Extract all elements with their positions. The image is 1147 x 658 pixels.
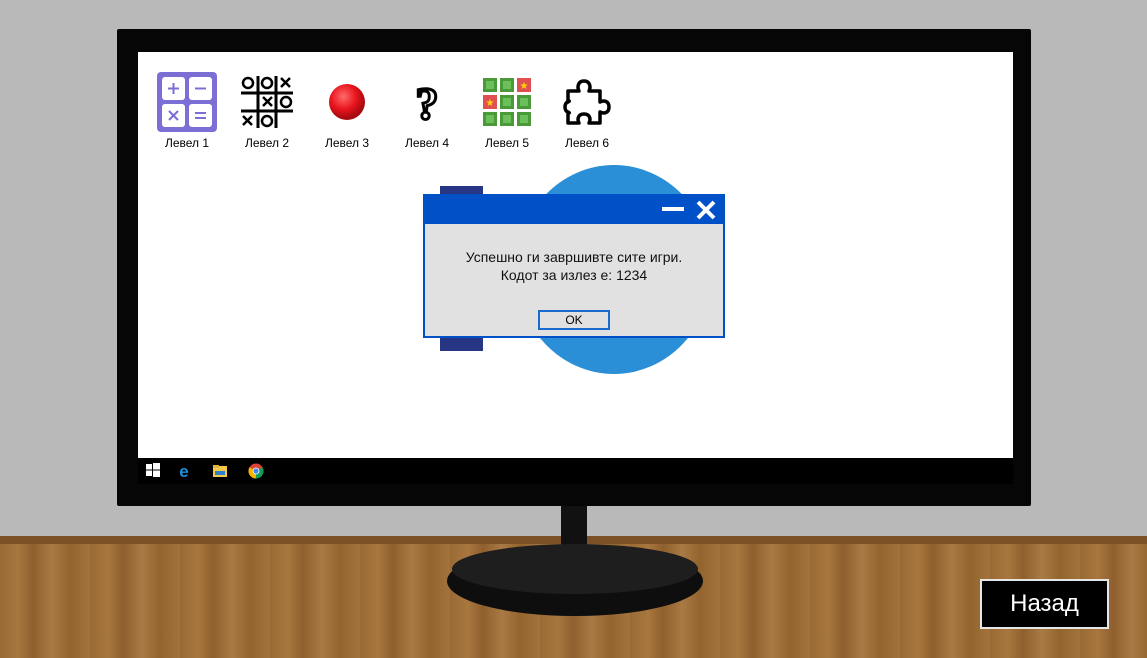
level-3-shortcut[interactable]: Левел 3 — [312, 72, 382, 150]
red-ball-icon — [317, 72, 377, 132]
file-explorer-icon[interactable] — [212, 463, 228, 479]
back-button[interactable]: Назад — [980, 579, 1109, 629]
chrome-browser-icon[interactable] — [248, 463, 264, 479]
level-label: Левел 6 — [564, 136, 610, 150]
svg-text:★: ★ — [486, 98, 495, 109]
svg-text:?: ? — [416, 78, 439, 127]
windows-start-icon[interactable] — [146, 463, 162, 479]
level-label: Левел 3 — [324, 136, 370, 150]
desktop-screen: Левел 1 Левел 2 Левел 3 ? Левел 4 ★ ★ Ле… — [138, 52, 1013, 458]
dialog-message-line1: Успешно ги завршивте сите игри. — [465, 249, 683, 265]
tic-tac-toe-icon — [237, 72, 297, 132]
dialog-message-line2: Кодот за излез е: 1234 — [500, 267, 648, 283]
level-label: Левел 2 — [244, 136, 290, 150]
svg-text:e: e — [179, 463, 188, 479]
level-5-shortcut[interactable]: ★ ★ Левел 5 — [472, 72, 542, 150]
close-icon[interactable] — [695, 199, 717, 221]
svg-text:★: ★ — [520, 81, 529, 92]
edge-browser-icon[interactable]: e — [176, 462, 192, 481]
taskbar: e — [138, 458, 1013, 484]
level-2-shortcut[interactable]: Левел 2 — [232, 72, 302, 150]
question-mark-icon: ? — [397, 72, 457, 132]
dialog-titlebar — [425, 196, 723, 224]
level-label: Левел 5 — [484, 136, 530, 150]
dialog-message: Успешно ги завршивте сите игри. Кодот за… — [425, 248, 723, 284]
puzzle-piece-icon — [557, 72, 617, 132]
level-1-shortcut[interactable]: Левел 1 — [152, 72, 222, 150]
level-label: Левел 1 — [164, 136, 210, 150]
completion-dialog: Успешно ги завршивте сите игри. Кодот за… — [423, 194, 725, 338]
calculator-icon — [157, 72, 217, 132]
monitor-base-top — [452, 544, 698, 594]
grid-tiles-icon: ★ ★ — [477, 72, 537, 132]
minimize-icon[interactable] — [662, 207, 684, 211]
level-label: Левел 4 — [404, 136, 450, 150]
ok-button[interactable]: OK — [538, 310, 610, 330]
level-6-shortcut[interactable]: Левел 6 — [552, 72, 622, 150]
level-4-shortcut[interactable]: ? Левел 4 — [392, 72, 462, 150]
